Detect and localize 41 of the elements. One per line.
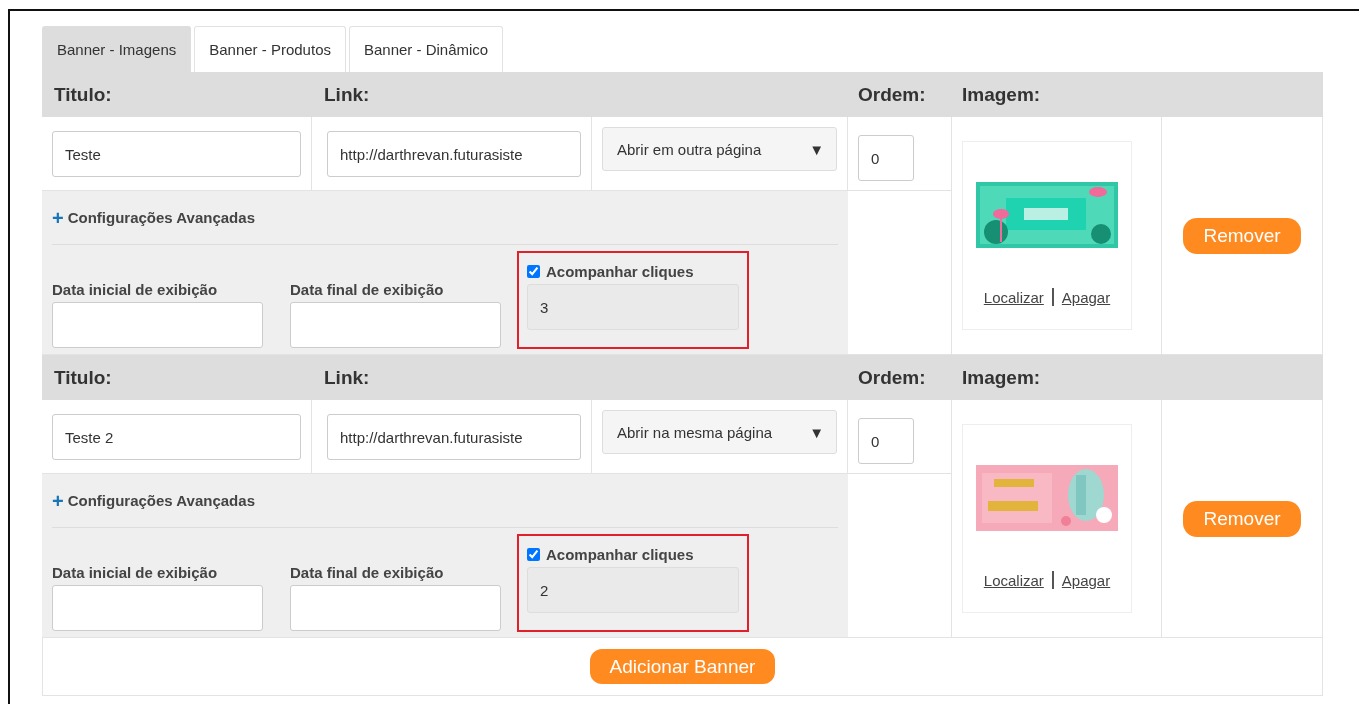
column-header: Titulo: (54, 366, 112, 389)
target-dropdown[interactable]: Abrir em outra página ▼ (602, 127, 837, 171)
clicks-field[interactable]: 2 (527, 567, 739, 613)
advanced-settings-toggle[interactable]: Configurações Avançadas (67, 492, 255, 509)
column-header: Ordem: (858, 83, 926, 106)
column-header: Imagem: (962, 366, 1041, 389)
field-label: Data final de exibição (290, 564, 445, 581)
field-label: Data final de exibição (290, 281, 445, 298)
column-header: Ordem: (858, 366, 926, 389)
end-date-field[interactable] (290, 302, 501, 348)
advanced-settings-toggle[interactable]: Configurações Avançadas (67, 209, 255, 226)
column-header: Link: (324, 366, 370, 389)
order-field[interactable]: 0 (858, 418, 914, 464)
tab[interactable]: Banner - Dinâmico (349, 26, 504, 72)
checkbox-label: Acompanhar cliques (546, 546, 694, 563)
column-header: Titulo: (54, 83, 112, 106)
order-field[interactable]: 0 (858, 135, 914, 181)
tab[interactable]: Banner - Imagens (42, 26, 192, 72)
column-header: Imagem: (962, 83, 1041, 106)
title-field[interactable]: Teste 2 (52, 414, 301, 460)
link-field[interactable]: http://darthrevan.futurasiste (327, 131, 581, 177)
delete-link[interactable]: Apagar (1061, 288, 1111, 306)
field-label: Data inicial de exibição (52, 564, 219, 581)
checkbox[interactable] (527, 548, 540, 561)
find-link[interactable]: Localizar (983, 571, 1044, 589)
start-date-field[interactable] (52, 302, 263, 348)
clicks-field[interactable]: 3 (527, 284, 739, 330)
start-date-field[interactable] (52, 585, 263, 631)
delete-link[interactable]: Apagar (1061, 571, 1111, 589)
end-date-field[interactable] (290, 585, 501, 631)
column-header: Link: (324, 83, 370, 106)
checkbox-label: Acompanhar cliques (546, 263, 694, 280)
title-field[interactable]: Teste (52, 131, 301, 177)
plus-icon[interactable]: + (52, 209, 64, 226)
checkbox[interactable] (527, 265, 540, 278)
tab[interactable]: Banner - Produtos (194, 26, 346, 72)
find-link[interactable]: Localizar (983, 288, 1044, 306)
target-dropdown[interactable]: Abrir na mesma página ▼ (602, 410, 837, 454)
plus-icon[interactable]: + (52, 492, 64, 509)
link-field[interactable]: http://darthrevan.futurasiste (327, 414, 581, 460)
field-label: Data inicial de exibição (52, 281, 219, 298)
